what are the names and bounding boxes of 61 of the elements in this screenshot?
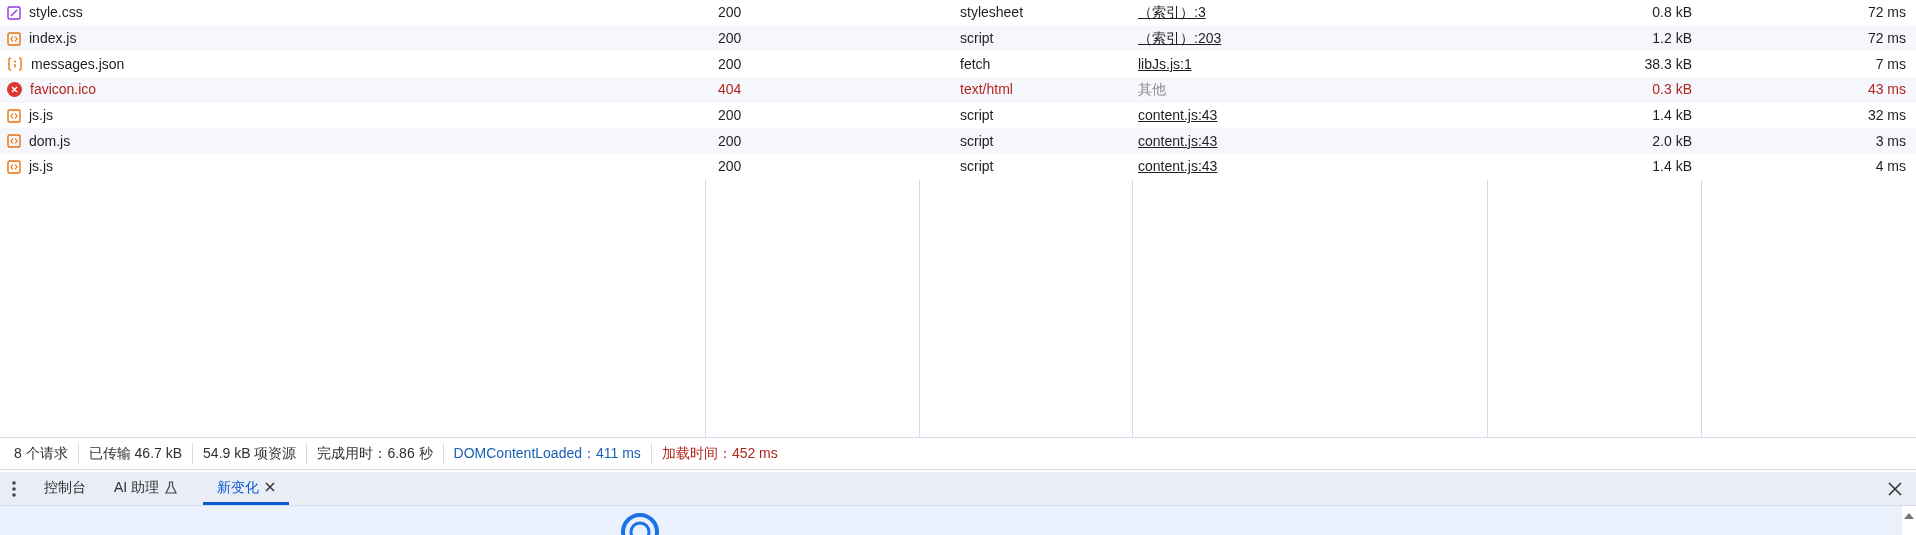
load-time: 3 ms — [1875, 132, 1906, 149]
load-time: 32 ms — [1867, 107, 1906, 124]
drawer-tab[interactable]: AI 助理 — [100, 472, 192, 505]
file-name[interactable]: messages.json — [31, 53, 125, 75]
stylesheet-icon — [7, 5, 21, 20]
script-icon — [7, 134, 21, 149]
file-name[interactable]: index.js — [29, 28, 77, 50]
transfer-size: 1.4 kB — [1652, 158, 1692, 175]
status-text: 8 个请求 — [13, 444, 69, 463]
file-name[interactable]: favicon.ico — [30, 79, 97, 101]
more-icon[interactable] — [12, 480, 16, 497]
status-text: 已传输 46.7 kB — [77, 443, 193, 464]
file-name[interactable]: js.js — [29, 105, 54, 127]
drawer-tab[interactable]: 控制台 — [30, 472, 100, 505]
script-icon — [7, 108, 21, 123]
close-icon[interactable] — [265, 482, 276, 492]
error-icon — [7, 82, 22, 98]
transfer-size: 1.2 kB — [1652, 30, 1692, 47]
json-icon — [7, 57, 23, 72]
load-time: 4 ms — [1875, 158, 1906, 175]
load-time: 43 ms — [1867, 81, 1906, 98]
status-code: 200 — [718, 158, 742, 175]
load-time: 72 ms — [1867, 4, 1906, 21]
resource-type: script — [960, 158, 994, 175]
resource-type: script — [960, 107, 994, 124]
resource-type: stylesheet — [960, 4, 1024, 21]
initiator-text: 其他 — [1138, 81, 1166, 98]
status-code: 404 — [718, 81, 742, 98]
status-code: 200 — [718, 30, 742, 47]
status-text: DOMContentLoaded：411 ms — [442, 443, 651, 464]
initiator-link[interactable]: （索引）:3 — [1138, 4, 1206, 21]
resource-type: text/html — [960, 81, 1013, 98]
transfer-size: 0.8 kB — [1652, 4, 1692, 21]
transfer-size: 38.3 kB — [1644, 55, 1692, 72]
file-name[interactable]: dom.js — [29, 130, 71, 152]
initiator-link[interactable]: libJs.js:1 — [1138, 55, 1192, 72]
file-name[interactable]: style.css — [29, 2, 83, 24]
load-time: 72 ms — [1867, 30, 1906, 47]
status-code: 200 — [718, 107, 742, 124]
resource-type: script — [960, 132, 994, 149]
load-time: 7 ms — [1875, 55, 1906, 72]
status-code: 200 — [718, 55, 742, 72]
initiator-link[interactable]: （索引）:203 — [1138, 30, 1222, 47]
resource-type: script — [960, 30, 994, 47]
script-icon — [7, 31, 21, 46]
initiator-link[interactable]: content.js:43 — [1138, 158, 1218, 175]
transfer-size: 0.3 kB — [1652, 81, 1692, 98]
initiator-link[interactable]: content.js:43 — [1138, 107, 1218, 124]
initiator-link[interactable]: content.js:43 — [1138, 132, 1218, 149]
scroll-up-icon[interactable] — [1903, 512, 1915, 520]
transfer-size: 1.4 kB — [1652, 107, 1692, 124]
status-text: 54.9 kB 项资源 — [192, 443, 307, 464]
status-text: 加载时间：452 ms — [650, 443, 788, 464]
file-name[interactable]: js.js — [29, 156, 54, 178]
transfer-size: 2.0 kB — [1652, 132, 1692, 149]
close-icon[interactable] — [1888, 481, 1902, 496]
script-icon — [7, 159, 21, 174]
status-text: 完成用时：6.86 秒 — [306, 443, 443, 464]
resource-type: fetch — [960, 55, 991, 72]
status-code: 200 — [718, 4, 742, 21]
status-code: 200 — [718, 132, 742, 149]
